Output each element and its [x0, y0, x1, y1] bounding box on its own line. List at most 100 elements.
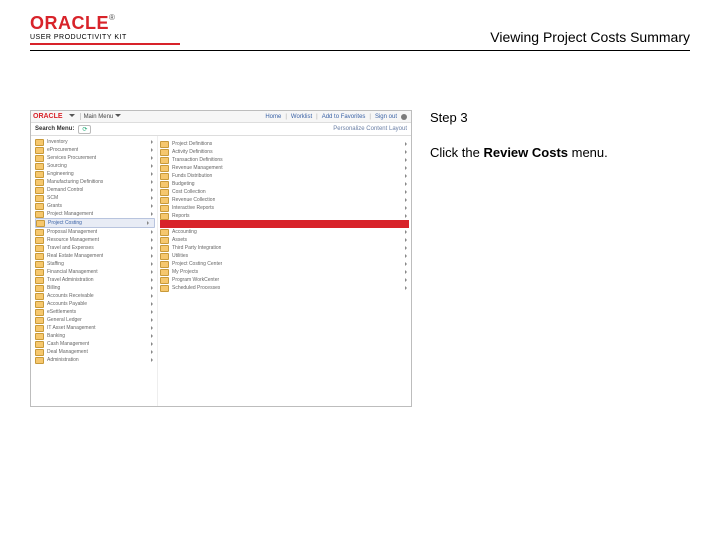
submenu-item[interactable]: Reports [160, 212, 409, 220]
tree-item[interactable]: General Ledger [35, 316, 155, 324]
folder-icon [35, 341, 44, 348]
submenu-item[interactable]: Funds Distribution [160, 172, 409, 180]
folder-icon [35, 261, 44, 268]
tree-item[interactable]: Real Estate Management [35, 252, 155, 260]
tree-item[interactable]: Banking [35, 332, 155, 340]
submenu-label: Program WorkCenter [172, 277, 219, 283]
folder-icon [35, 325, 44, 332]
submenu-item[interactable]: Project Costing Center [160, 260, 409, 268]
tree-item[interactable]: Project Costing [35, 218, 155, 228]
chevron-right-icon [405, 270, 409, 274]
folder-icon [160, 229, 169, 236]
tree-label: Travel and Expenses [47, 245, 94, 251]
submenu-label: Interactive Reports [172, 205, 214, 211]
tree-item[interactable]: eSettlements [35, 308, 155, 316]
submenu-item[interactable]: Transaction Definitions [160, 156, 409, 164]
tree-item[interactable]: Deal Management [35, 348, 155, 356]
search-menu-label: Search Menu: [35, 126, 74, 132]
breadcrumb[interactable]: Personalize Content Layout [333, 126, 407, 132]
review-costs-menu[interactable]: Review Costs [160, 220, 409, 228]
tree-item[interactable]: Travel Administration [35, 276, 155, 284]
instruction-pre: Click the [430, 145, 483, 160]
chevron-right-icon [151, 334, 155, 338]
folder-icon [35, 285, 44, 292]
folder-icon [36, 220, 45, 227]
tree-label: General Ledger [47, 317, 82, 323]
right-sub-tree: Project DefinitionsActivity DefinitionsT… [158, 136, 411, 406]
tree-item[interactable]: Staffing [35, 260, 155, 268]
submenu-item[interactable]: Scheduled Processes [160, 284, 409, 292]
link-favorites[interactable]: Add to Favorites [322, 114, 366, 120]
tree-item[interactable]: Sourcing [35, 162, 155, 170]
submenu-label: Budgeting [172, 181, 195, 187]
instruction-post: menu. [568, 145, 608, 160]
folder-icon [160, 285, 169, 292]
tree-item[interactable]: Demand Control [35, 186, 155, 194]
folder-icon [160, 277, 169, 284]
submenu-item[interactable]: Program WorkCenter [160, 276, 409, 284]
submenu-label: Third Party Integration [172, 245, 221, 251]
folder-icon [35, 211, 44, 218]
link-signout[interactable]: Sign out [375, 114, 397, 120]
tree-item[interactable]: Services Procurement [35, 154, 155, 162]
folder-icon [35, 333, 44, 340]
help-icon[interactable] [401, 114, 407, 120]
tree-label: Manufacturing Definitions [47, 179, 103, 185]
tree-item[interactable]: Accounts Payable [35, 300, 155, 308]
submenu-item[interactable]: Interactive Reports [160, 204, 409, 212]
submenu-item[interactable]: Revenue Collection [160, 196, 409, 204]
folder-icon [35, 171, 44, 178]
tree-item[interactable]: Engineering [35, 170, 155, 178]
chevron-right-icon [405, 158, 409, 162]
caret-icon[interactable] [115, 114, 121, 120]
submenu-item[interactable]: Accounting [160, 228, 409, 236]
tree-item[interactable]: SCM [35, 194, 155, 202]
tree-item[interactable]: Proposal Management [35, 228, 155, 236]
tree-item[interactable]: Grants [35, 202, 155, 210]
link-worklist[interactable]: Worklist [291, 114, 312, 120]
tree-label: Project Management [47, 211, 93, 217]
tree-item[interactable]: Resource Management [35, 236, 155, 244]
submenu-item[interactable]: Cost Collection [160, 188, 409, 196]
submenu-item[interactable]: Third Party Integration [160, 244, 409, 252]
refresh-icon[interactable]: ⟳ [78, 125, 91, 134]
tree-item[interactable]: Project Management [35, 210, 155, 218]
step-label: Step 3 [430, 110, 690, 125]
submenu-label: Transaction Definitions [172, 157, 223, 163]
tree-item[interactable]: Billing [35, 284, 155, 292]
tree-label: Financial Management [47, 269, 98, 275]
folder-icon [160, 245, 169, 252]
folder-icon [35, 253, 44, 260]
folder-icon [35, 229, 44, 236]
submenu-item[interactable]: Revenue Management [160, 164, 409, 172]
chevron-right-icon [151, 326, 155, 330]
submenu-item[interactable]: My Projects [160, 268, 409, 276]
submenu-item[interactable]: Activity Definitions [160, 148, 409, 156]
tree-item[interactable]: eProcurement [35, 146, 155, 154]
tree-label: Billing [47, 285, 60, 291]
chevron-right-icon [151, 172, 155, 176]
chevron-right-icon [405, 166, 409, 170]
submenu-item[interactable]: Utilities [160, 252, 409, 260]
tree-item[interactable]: Inventory [35, 138, 155, 146]
submenu-item[interactable]: Budgeting [160, 180, 409, 188]
chevron-right-icon [151, 350, 155, 354]
main-menu-label[interactable]: Main Menu [84, 114, 114, 120]
separator [80, 113, 81, 120]
tree-label: Grants [47, 203, 62, 209]
tree-label: IT Asset Management [47, 325, 96, 331]
tree-label: Accounts Payable [47, 301, 87, 307]
tree-item[interactable]: Manufacturing Definitions [35, 178, 155, 186]
tree-item[interactable]: Cash Management [35, 340, 155, 348]
link-home[interactable]: Home [265, 114, 281, 120]
submenu-item[interactable]: Project Definitions [160, 140, 409, 148]
tree-item[interactable]: Accounts Receivable [35, 292, 155, 300]
tree-item[interactable]: Administration [35, 356, 155, 364]
tree-item[interactable]: IT Asset Management [35, 324, 155, 332]
brand-underline [30, 43, 180, 45]
caret-icon[interactable] [69, 114, 75, 120]
tree-item[interactable]: Travel and Expenses [35, 244, 155, 252]
chevron-right-icon [151, 164, 155, 168]
submenu-item[interactable]: Assets [160, 236, 409, 244]
tree-item[interactable]: Financial Management [35, 268, 155, 276]
